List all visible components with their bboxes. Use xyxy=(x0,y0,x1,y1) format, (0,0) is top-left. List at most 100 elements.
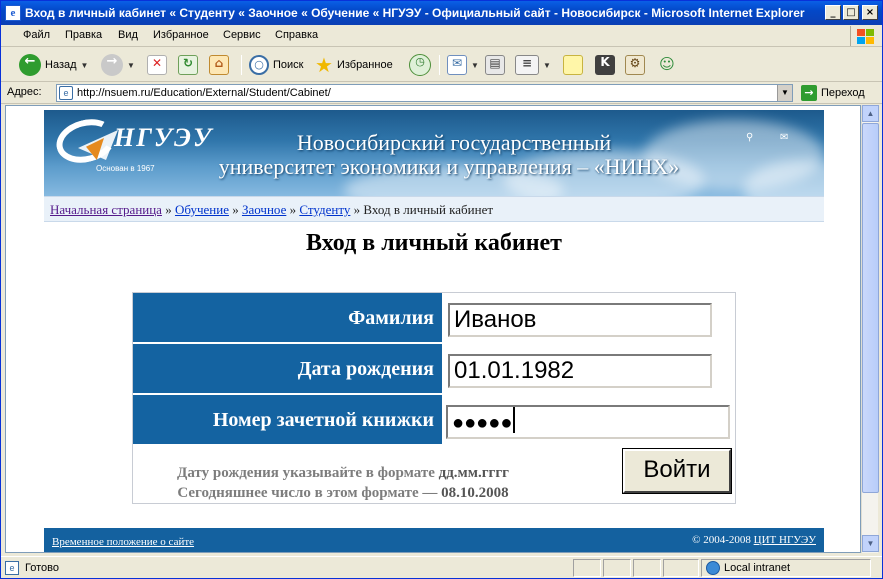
sticky-note-icon xyxy=(563,55,583,75)
close-button[interactable]: × xyxy=(862,5,878,20)
breadcrumb-student[interactable]: Студенту xyxy=(299,202,350,217)
address-input[interactable]: e http://nsuem.ru/Education/External/Stu… xyxy=(56,84,793,102)
address-label: Адрес: xyxy=(7,86,42,98)
favorites-button[interactable]: ★ Избранное xyxy=(315,53,393,77)
banner-title-line2: университет экономики и управления – «НИ… xyxy=(218,154,680,179)
go-button[interactable]: → Переход xyxy=(801,85,865,101)
banner-title-line1: Новосибирский государственный xyxy=(296,130,612,155)
refresh-button[interactable]: ↻ xyxy=(178,53,198,77)
birthdate-label: Дата рождения xyxy=(133,344,442,394)
date-format-hint: Дату рождения указывайте в формате дд.мм… xyxy=(177,465,509,501)
history-button[interactable]: ◷ xyxy=(409,53,431,77)
breadcrumb-current: Вход в личный кабинет xyxy=(363,202,494,217)
back-label: Назад xyxy=(45,59,77,71)
breadcrumb-extramural[interactable]: Заочное xyxy=(242,202,286,217)
breadcrumb-education[interactable]: Обучение xyxy=(175,202,229,217)
status-bar: e Готово Local intranet xyxy=(1,556,882,578)
back-arrow-icon: ← xyxy=(19,54,41,76)
refresh-icon: ↻ xyxy=(178,55,198,75)
menu-edit[interactable]: Правка xyxy=(65,29,102,41)
tools-icon: ⚙ xyxy=(625,55,645,75)
star-icon: ★ xyxy=(315,54,333,77)
printer-icon: ▤ xyxy=(485,55,505,75)
title-bar[interactable]: e Вход в личный кабинет « Студенту « Зао… xyxy=(1,1,882,25)
stop-button[interactable]: ✕ xyxy=(147,53,167,77)
notes-button[interactable] xyxy=(563,53,583,77)
mail-icon: ✉ xyxy=(447,55,467,75)
menu-favorites[interactable]: Избранное xyxy=(153,29,209,41)
page-footer: Временное положение о сайте © 2004-2008 … xyxy=(44,528,824,552)
search-icon: ○ xyxy=(249,55,269,75)
back-button[interactable]: ← Назад ▼ xyxy=(19,53,88,77)
history-icon: ◷ xyxy=(409,54,431,76)
address-url: http://nsuem.ru/Education/External/Stude… xyxy=(77,87,331,99)
minimize-button[interactable]: _ xyxy=(825,5,841,20)
edit-button[interactable]: ≡ ▼ xyxy=(515,53,551,77)
menu-help[interactable]: Справка xyxy=(275,29,318,41)
home-button[interactable]: ⌂ xyxy=(209,53,229,77)
page-icon: e xyxy=(59,86,73,100)
go-arrow-icon: → xyxy=(801,85,817,101)
standard-toolbar: ← Назад ▼ → ▼ ✕ ↻ ⌂ ○ Поиск ★ Избранное … xyxy=(1,48,882,82)
surname-row: Фамилия Иванов xyxy=(133,293,737,343)
intranet-globe-icon xyxy=(706,561,720,575)
site-search-icon[interactable]: ⚲ xyxy=(746,132,760,144)
security-zone: Local intranet xyxy=(701,559,871,577)
toolbar-separator xyxy=(241,55,242,75)
vertical-scrollbar[interactable]: ▲ ▼ xyxy=(861,105,879,553)
copyright: © 2004-2008 ЦИТ НГУЭУ xyxy=(692,534,816,546)
search-button[interactable]: ○ Поиск xyxy=(249,53,303,77)
site-mail-icon[interactable]: ✉ xyxy=(780,132,794,144)
cit-link[interactable]: ЦИТ НГУЭУ xyxy=(754,534,816,546)
birthdate-input[interactable]: 01.01.1982 xyxy=(448,354,712,388)
forward-arrow-icon: → xyxy=(101,54,123,76)
login-submit-button[interactable]: Войти xyxy=(622,448,732,494)
chevron-down-icon: ▼ xyxy=(471,60,479,70)
research-button[interactable]: K xyxy=(595,53,615,77)
stop-icon: ✕ xyxy=(147,55,167,75)
breadcrumb: Начальная страница » Обучение » Заочное … xyxy=(44,196,824,222)
window-title: Вход в личный кабинет « Студенту « Заочн… xyxy=(25,6,805,20)
web-page: НГУЭУ Основан в 1967 Новосибирский госуд… xyxy=(44,110,824,552)
search-label: Поиск xyxy=(273,59,304,71)
form-footer: Дату рождения указывайте в формате дд.мм… xyxy=(133,445,737,505)
windows-logo-icon xyxy=(850,26,874,46)
logo-since: Основан в 1967 xyxy=(96,164,155,173)
menu-tools[interactable]: Сервис xyxy=(223,29,261,41)
print-button[interactable]: ▤ xyxy=(485,53,505,77)
status-text: Готово xyxy=(25,562,59,574)
mail-button[interactable]: ✉ ▼ xyxy=(447,53,479,77)
scroll-up-button[interactable]: ▲ xyxy=(862,105,879,122)
scroll-down-button[interactable]: ▼ xyxy=(862,535,879,552)
favorites-label: Избранное xyxy=(336,59,393,71)
go-label: Переход xyxy=(821,87,865,99)
chevron-down-icon: ▼ xyxy=(543,60,551,70)
tools-button[interactable]: ⚙ xyxy=(625,53,645,77)
page-viewport: НГУЭУ Основан в 1967 Новосибирский госуд… xyxy=(5,105,861,553)
menu-file[interactable]: Файл xyxy=(23,29,50,41)
site-terms-link[interactable]: Временное положение о сайте xyxy=(52,536,194,548)
forward-button[interactable]: → ▼ xyxy=(101,53,135,77)
chevron-down-icon: ▼ xyxy=(80,60,89,70)
breadcrumb-home[interactable]: Начальная страница xyxy=(50,202,162,217)
university-logo[interactable]: НГУЭУ Основан в 1967 xyxy=(51,112,211,180)
edit-page-icon: ≡ xyxy=(515,55,539,75)
messenger-icon: ☺ xyxy=(659,55,675,73)
address-dropdown-button[interactable]: ▼ xyxy=(777,85,792,101)
menu-view[interactable]: Вид xyxy=(118,29,138,41)
record-book-password-input[interactable]: ●●●●● xyxy=(446,405,730,439)
messenger-button[interactable]: ☺ xyxy=(657,53,677,77)
chevron-down-icon: ▼ xyxy=(127,60,135,70)
record-book-row: Номер зачетной книжки ●●●●● xyxy=(133,395,737,445)
address-bar: Адрес: e http://nsuem.ru/Education/Exter… xyxy=(1,82,882,104)
scroll-thumb[interactable] xyxy=(862,123,879,493)
surname-input[interactable]: Иванов xyxy=(448,303,712,337)
birthdate-row: Дата рождения 01.01.1982 xyxy=(133,344,737,394)
k-icon: K xyxy=(595,55,615,75)
login-form: Фамилия Иванов Дата рождения 01.01.1982 … xyxy=(132,292,736,504)
maximize-button[interactable]: □ xyxy=(843,5,859,20)
site-banner: НГУЭУ Основан в 1967 Новосибирский госуд… xyxy=(44,110,824,196)
page-title: Вход в личный кабинет xyxy=(306,230,562,256)
page-icon: e xyxy=(5,561,19,575)
home-icon: ⌂ xyxy=(209,55,229,75)
